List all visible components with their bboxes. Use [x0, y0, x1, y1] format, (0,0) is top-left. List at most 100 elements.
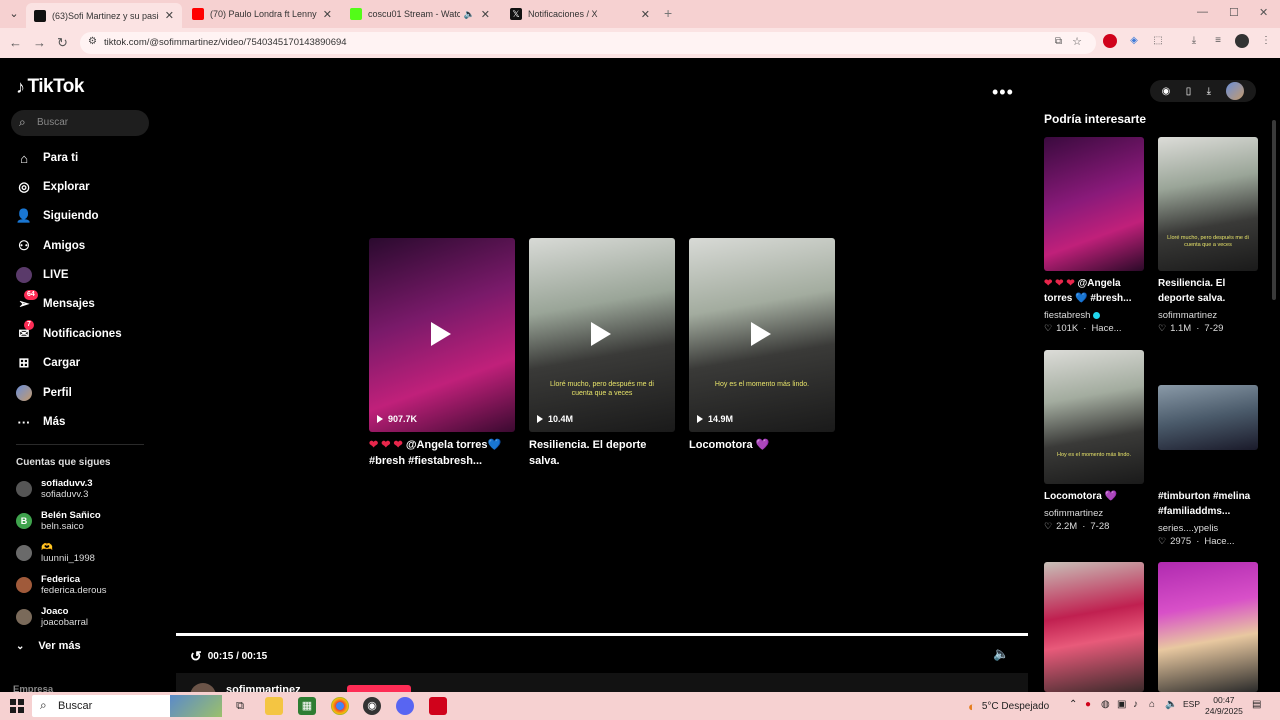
forward-icon[interactable]: →: [33, 35, 46, 50]
replay-icon[interactable]: ↺: [190, 648, 202, 665]
ver-mas-button[interactable]: ⌄ Ver más: [16, 640, 81, 652]
suggestion-thumbnail[interactable]: [1044, 562, 1144, 692]
sidebar-item-perfil[interactable]: Perfil: [16, 383, 72, 403]
address-bar[interactable]: ⚙ tiktok.com/@sofimmartinez/video/754034…: [80, 32, 1096, 54]
puzzle-icon[interactable]: ⬚: [1151, 34, 1165, 48]
following-item[interactable]: Federica federica.derous: [16, 574, 106, 596]
close-window-button[interactable]: ✕: [1259, 6, 1268, 19]
app-icon[interactable]: [429, 697, 447, 715]
shield-icon[interactable]: ◈: [1127, 34, 1141, 48]
close-icon[interactable]: ✕: [165, 9, 174, 22]
profile-avatar[interactable]: [1235, 34, 1249, 48]
sidebar-item-siguiendo[interactable]: 👤 Siguiendo: [16, 206, 99, 226]
tab-youtube[interactable]: (70) Paulo Londra ft Lenny Tava ✕: [184, 3, 340, 25]
tray-app-icon[interactable]: ◍: [1101, 699, 1110, 710]
sidebar-item-cargar[interactable]: ⊞ Cargar: [16, 353, 81, 373]
suggestion-thumbnail[interactable]: Hoy es el momento más lindo.: [1044, 350, 1144, 484]
tiktok-logo[interactable]: ♪ TikTok: [16, 76, 84, 98]
footer-empresa[interactable]: Empresa: [13, 684, 53, 692]
app-icon[interactable]: ◉: [363, 697, 381, 715]
speaker-icon[interactable]: 🔈: [1165, 699, 1177, 710]
related-video-caption[interactable]: ❤ ❤ ❤ @Angela torres💙 #bresh #fiestabres…: [369, 437, 519, 469]
following-item[interactable]: 🫶 luunnii_1998: [16, 542, 95, 564]
related-video-thumbnail[interactable]: Lloré mucho, pero después me di cuenta q…: [529, 238, 675, 432]
suggestion-thumbnail[interactable]: [1044, 137, 1144, 271]
date-text: Hace...: [1204, 536, 1235, 547]
chevron-up-icon[interactable]: ⌃: [1069, 699, 1077, 710]
scrollbar[interactable]: [1272, 120, 1276, 300]
suggestion-thumbnail[interactable]: Lloré mucho, pero después me di cuenta q…: [1158, 137, 1258, 271]
site-info-icon[interactable]: ⚙: [88, 36, 97, 47]
related-video-caption[interactable]: Locomotora 💜: [689, 437, 839, 453]
search-input[interactable]: ⌕ Buscar: [11, 110, 149, 136]
close-icon[interactable]: ✕: [641, 8, 650, 21]
new-tab-button[interactable]: +: [664, 5, 672, 21]
sidebar-item-explorar[interactable]: ◎ Explorar: [16, 177, 89, 197]
minimize-button[interactable]: —: [1197, 6, 1208, 18]
suggestion-user[interactable]: series....ypelis: [1158, 523, 1218, 534]
coin-icon[interactable]: ◉: [1162, 86, 1171, 97]
store-icon[interactable]: ▦: [298, 697, 316, 715]
download-icon[interactable]: ⤓: [1207, 86, 1211, 97]
sidebar-item-para-ti[interactable]: ⌂ Para ti: [16, 148, 78, 168]
user-avatar[interactable]: [1226, 82, 1245, 100]
following-item[interactable]: sofiaduvv.3 sofiaduvv.3: [16, 478, 93, 500]
follow-button[interactable]: [347, 685, 411, 692]
video-progress-bar[interactable]: [176, 633, 1028, 636]
following-item[interactable]: Joaco joacobarral: [16, 606, 88, 628]
suggestion-thumbnail[interactable]: [1158, 562, 1258, 692]
related-video-caption[interactable]: Resiliencia. El deporte salva.: [529, 437, 679, 469]
suggestion-caption[interactable]: Locomotora 💜: [1044, 489, 1148, 504]
device-icon[interactable]: ▯: [1186, 86, 1192, 97]
weather-widget[interactable]: ◐ 5°C Despejado: [968, 699, 1049, 714]
reload-icon[interactable]: ↻: [57, 35, 68, 51]
app-icon[interactable]: [396, 697, 414, 715]
clock[interactable]: 00:47 24/9/2025: [1205, 695, 1243, 717]
tray-app-icon[interactable]: ●: [1085, 699, 1091, 710]
search-icon: ⌕: [19, 115, 26, 129]
sidebar-item-mas[interactable]: ··· Más: [16, 412, 66, 432]
notification-center-icon[interactable]: ▤: [1252, 699, 1261, 710]
install-icon[interactable]: ⧉: [1055, 36, 1062, 47]
sidebar-item-notificaciones[interactable]: ✉ 7 Notificaciones: [16, 320, 122, 344]
menu-icon[interactable]: ⋮: [1259, 34, 1273, 48]
suggestion-user[interactable]: sofimmartinez: [1044, 508, 1103, 519]
maximize-button[interactable]: ☐: [1229, 6, 1239, 19]
extension-icon[interactable]: [1103, 34, 1117, 48]
taskbar-search[interactable]: ⌕ Buscar: [32, 695, 222, 717]
following-item[interactable]: B Belén Sañico beln.saico: [16, 510, 101, 532]
network-icon[interactable]: ⌂: [1149, 699, 1155, 710]
close-icon[interactable]: ✕: [481, 8, 490, 21]
file-explorer-icon[interactable]: [265, 697, 283, 715]
suggestion-caption[interactable]: ❤ ❤ ❤ @Angela torres 💙 #bresh...: [1044, 276, 1148, 306]
sidebar-item-live[interactable]: LIVE: [16, 265, 69, 285]
tab-x[interactable]: 𝕏 Notificaciones / X ✕: [502, 3, 658, 25]
creator-name[interactable]: sofimmartinez: [226, 684, 301, 692]
tab-kick[interactable]: coscu01 Stream - Watch Li 🔈 ✕: [342, 3, 498, 25]
reading-list-icon[interactable]: ≡: [1211, 34, 1225, 48]
close-icon[interactable]: ✕: [323, 8, 332, 21]
suggestion-thumbnail[interactable]: [1158, 385, 1258, 450]
sidebar-item-mensajes[interactable]: ➢ 64 Mensajes: [16, 290, 95, 314]
related-video-thumbnail[interactable]: 907.7K: [369, 238, 515, 432]
related-video-thumbnail[interactable]: Hoy es el momento más lindo. 14.9M: [689, 238, 835, 432]
tab-tiktok[interactable]: (63)Sofi Martinez y su pasión p ✕: [26, 3, 182, 28]
tray-app-icon[interactable]: ▣: [1117, 699, 1126, 710]
microphone-icon[interactable]: ♪: [1133, 699, 1138, 710]
language-indicator[interactable]: ESP: [1183, 699, 1200, 709]
bookmark-star-icon[interactable]: ☆: [1072, 35, 1082, 48]
tab-search-button[interactable]: ⌄: [6, 6, 22, 22]
back-icon[interactable]: ←: [9, 35, 22, 50]
task-view-icon[interactable]: ⧉: [231, 697, 249, 715]
speaker-icon[interactable]: 🔈: [464, 9, 475, 20]
suggestion-user[interactable]: fiestabresh: [1044, 310, 1101, 321]
download-icon[interactable]: ⤓: [1187, 34, 1201, 48]
suggestion-caption[interactable]: #timburton #melina #familiaddms...: [1158, 489, 1262, 519]
volume-icon[interactable]: 🔈: [993, 646, 1009, 662]
sidebar-item-amigos[interactable]: ⚇ Amigos: [16, 236, 85, 256]
chrome-icon[interactable]: [331, 697, 349, 715]
windows-start-button[interactable]: [10, 699, 24, 713]
more-options-icon[interactable]: •••: [992, 82, 1014, 103]
suggestion-caption[interactable]: Resiliencia. El deporte salva.: [1158, 276, 1262, 306]
suggestion-user[interactable]: sofimmartinez: [1158, 310, 1217, 321]
